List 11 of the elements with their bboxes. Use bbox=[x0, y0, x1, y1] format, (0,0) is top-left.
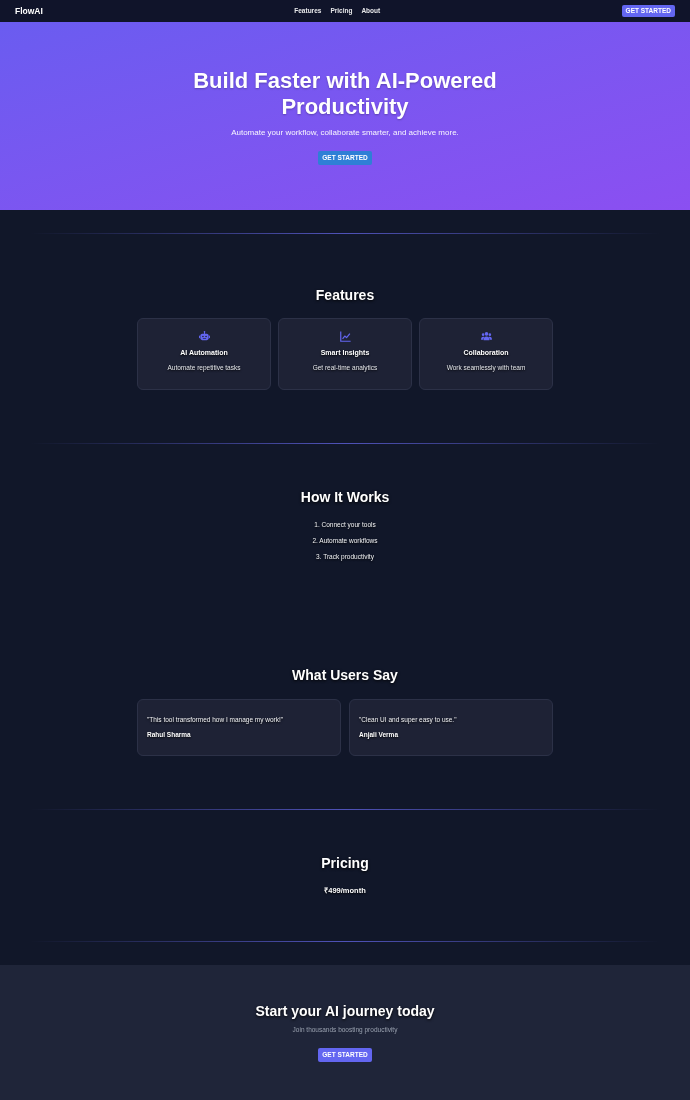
robot-icon bbox=[198, 331, 210, 342]
users-icon bbox=[480, 331, 492, 342]
hero-title: Build Faster with AI-Powered Productivity bbox=[192, 68, 498, 120]
section-heading: What Users Say bbox=[292, 666, 398, 684]
section-heading: How It Works bbox=[300, 488, 390, 506]
cta-heading: Start your AI journey today bbox=[255, 1002, 435, 1020]
logo[interactable]: FlowAI bbox=[15, 6, 43, 16]
section-heading: Pricing bbox=[321, 854, 369, 872]
hero-subtitle: Automate your workflow, collaborate smarter, and achieve more. bbox=[231, 127, 459, 139]
line-chart-icon bbox=[339, 331, 351, 342]
section-heading: Features bbox=[315, 286, 375, 304]
